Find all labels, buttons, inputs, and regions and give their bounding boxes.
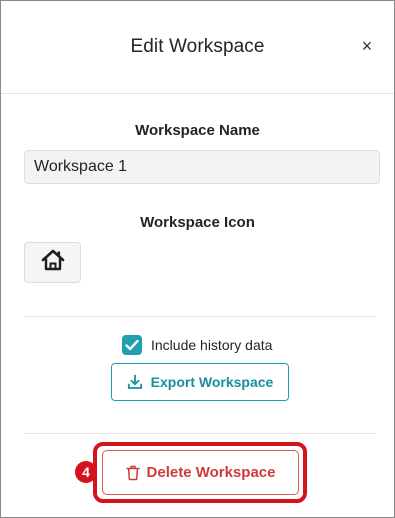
- include-history-row: Include history data: [122, 334, 272, 355]
- workspace-icon-label: Workspace Icon: [140, 214, 255, 231]
- export-workspace-button[interactable]: Export Workspace: [111, 363, 289, 401]
- trash-icon: [125, 465, 140, 480]
- include-history-checkbox[interactable]: [122, 334, 142, 355]
- section-divider: [24, 433, 376, 434]
- delete-workspace-button[interactable]: Delete Workspace: [102, 450, 299, 495]
- section-divider: [24, 316, 376, 317]
- include-history-label: Include history data: [151, 336, 273, 353]
- checkmark-icon: [125, 339, 139, 350]
- workspace-name-input[interactable]: [24, 150, 380, 184]
- close-button[interactable]: ×: [358, 35, 376, 57]
- edit-workspace-dialog: Edit Workspace × Workspace Name Workspac…: [0, 0, 395, 518]
- export-workspace-label: Export Workspace: [150, 374, 274, 390]
- step-badge: 4: [75, 461, 97, 483]
- delete-workspace-label: Delete Workspace: [146, 464, 276, 481]
- dialog-header: Edit Workspace ×: [1, 1, 394, 94]
- workspace-name-label: Workspace Name: [135, 122, 260, 139]
- house-icon: [40, 248, 66, 277]
- workspace-icon-picker[interactable]: [24, 242, 81, 283]
- download-icon: [127, 374, 142, 389]
- dialog-title: Edit Workspace: [130, 36, 265, 57]
